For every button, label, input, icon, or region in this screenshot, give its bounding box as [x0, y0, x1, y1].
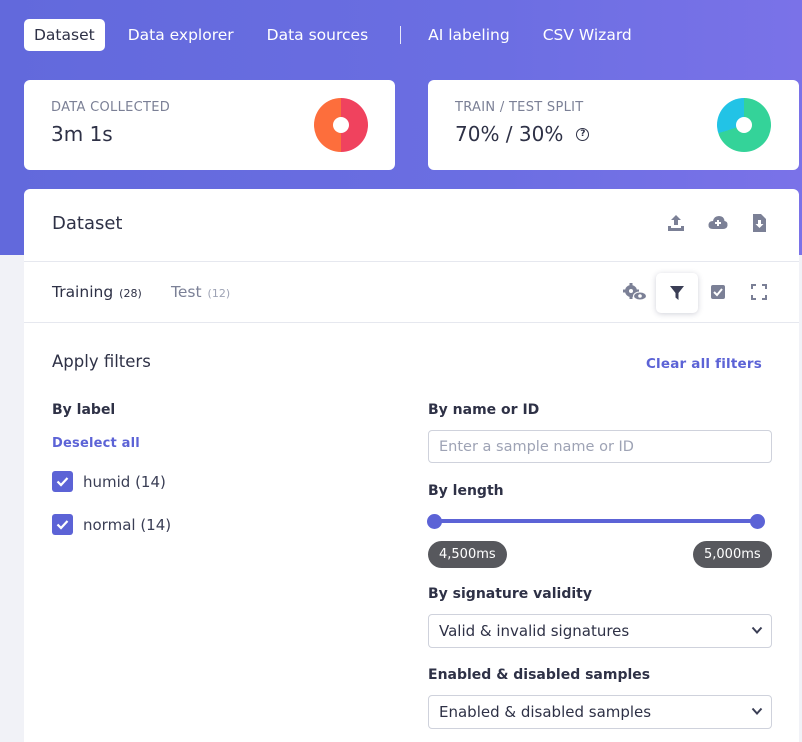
data-collected-value: 3m 1s — [51, 122, 113, 146]
nav-dataset[interactable]: Dataset — [24, 19, 105, 51]
checkmark-icon — [56, 477, 69, 487]
data-collected-pie — [314, 98, 368, 152]
nav-data-explorer[interactable]: Data explorer — [118, 19, 244, 51]
chevron-down-icon — [751, 626, 763, 634]
length-slider-track[interactable] — [434, 519, 758, 523]
nav-data-sources[interactable]: Data sources — [257, 19, 378, 51]
humid-checkbox[interactable] — [52, 471, 73, 492]
length-slider-max-handle[interactable] — [750, 514, 765, 529]
nav-csv-wizard[interactable]: CSV Wizard — [533, 19, 642, 51]
sample-name-input[interactable] — [428, 430, 772, 463]
tab-test-count: (12) — [207, 287, 231, 300]
fullscreen-icon[interactable] — [738, 272, 780, 312]
filters-title: Apply filters — [52, 352, 151, 371]
select-checkbox-icon[interactable] — [697, 272, 739, 312]
dataset-title: Dataset — [52, 213, 123, 234]
data-collected-label: DATA COLLECTED — [51, 100, 171, 115]
enabled-samples-heading: Enabled & disabled samples — [428, 667, 651, 683]
by-name-heading: By name or ID — [428, 402, 540, 418]
tab-training[interactable]: Training (28) — [52, 283, 142, 301]
by-label-heading: By label — [52, 402, 116, 418]
question-circle-icon[interactable]: ? — [576, 127, 590, 141]
train-test-split-label: TRAIN / TEST SPLIT — [455, 100, 584, 115]
signature-validity-value: Valid & invalid signatures — [439, 622, 630, 640]
tab-test-label: Test — [171, 283, 202, 301]
deselect-all-link[interactable]: Deselect all — [52, 436, 140, 451]
train-test-split-pie — [717, 98, 771, 152]
normal-checkbox[interactable] — [52, 514, 73, 535]
download-file-icon[interactable] — [750, 213, 770, 233]
settings-view-icon[interactable] — [614, 272, 656, 312]
humid-label: humid (14) — [83, 472, 166, 491]
cloud-add-icon[interactable] — [707, 213, 731, 233]
checkmark-icon — [56, 520, 69, 530]
label-option-normal[interactable]: normal (14) — [52, 514, 171, 535]
tab-training-label: Training — [52, 283, 114, 301]
tab-training-count: (28) — [119, 287, 142, 300]
upload-icon[interactable] — [666, 213, 686, 233]
dataset-header: Dataset — [24, 189, 799, 262]
dataset-tabs: Training (28) Test (12) — [24, 263, 799, 323]
data-collected-value-text: 3m 1s — [51, 122, 113, 146]
filter-icon[interactable] — [656, 273, 698, 313]
signature-validity-select[interactable]: Valid & invalid signatures — [428, 614, 772, 648]
dataset-panel: Dataset Training (28) Test (12) Apply fi… — [24, 189, 799, 742]
enabled-samples-select[interactable]: Enabled & disabled samples — [428, 695, 772, 729]
length-min-tooltip: 4,500ms — [428, 541, 507, 568]
data-collected-card: DATA COLLECTED 3m 1s — [24, 80, 395, 170]
nav-divider — [400, 26, 402, 44]
train-test-split-card: TRAIN / TEST SPLIT 70% / 30% ? — [428, 80, 799, 170]
train-test-split-value-text: 70% / 30% — [455, 122, 564, 146]
length-max-tooltip: 5,000ms — [693, 541, 772, 568]
length-slider-min-handle[interactable] — [427, 514, 442, 529]
clear-all-filters-link[interactable]: Clear all filters — [646, 356, 762, 372]
normal-label: normal (14) — [83, 515, 172, 534]
label-option-humid[interactable]: humid (14) — [52, 471, 166, 492]
train-test-split-value: 70% / 30% ? — [455, 122, 590, 146]
by-length-heading: By length — [428, 483, 504, 499]
tab-test[interactable]: Test (12) — [171, 283, 230, 301]
chevron-down-icon — [751, 707, 763, 715]
enabled-samples-value: Enabled & disabled samples — [439, 703, 652, 721]
by-signature-heading: By signature validity — [428, 586, 592, 602]
top-nav: Dataset Data explorer Data sources AI la… — [24, 19, 655, 51]
nav-ai-labeling[interactable]: AI labeling — [418, 19, 520, 51]
